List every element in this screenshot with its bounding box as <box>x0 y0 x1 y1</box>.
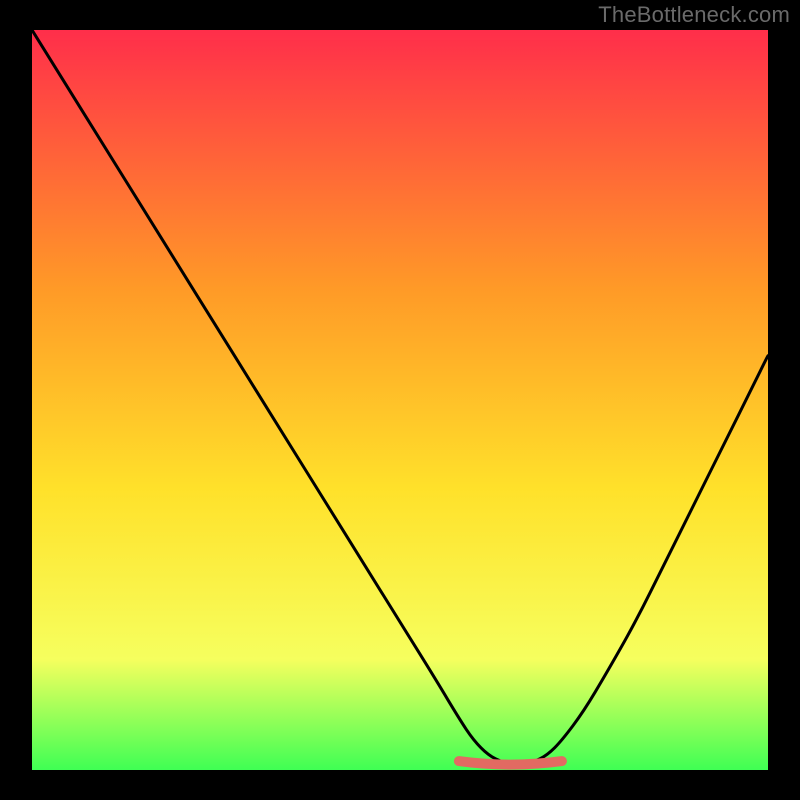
watermark-text: TheBottleneck.com <box>598 2 790 28</box>
plot-area <box>32 30 768 770</box>
chart-svg <box>32 30 768 770</box>
gradient-background <box>32 30 768 770</box>
valley-marker <box>459 761 562 765</box>
chart-frame: TheBottleneck.com <box>0 0 800 800</box>
